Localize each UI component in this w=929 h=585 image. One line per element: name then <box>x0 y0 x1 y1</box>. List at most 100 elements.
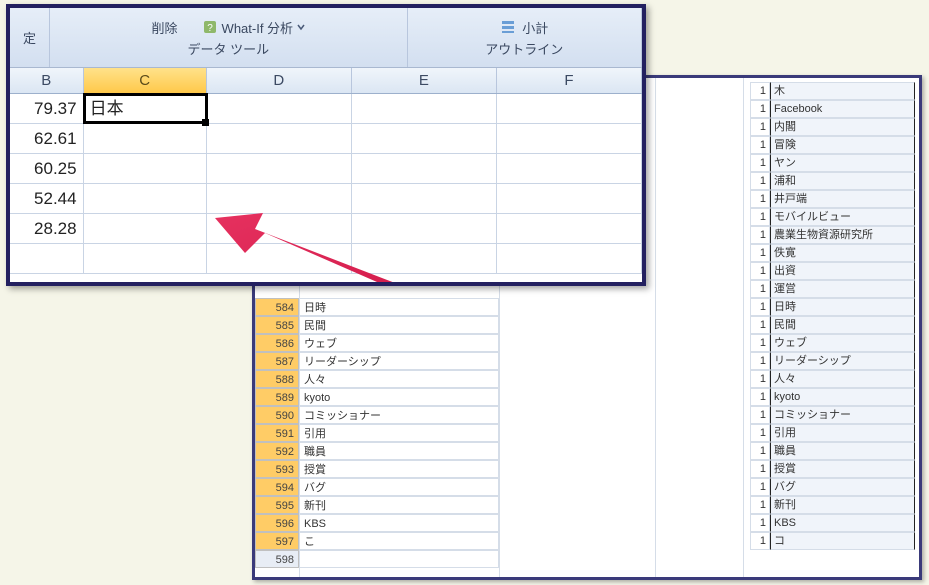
right-word-cell[interactable]: 内閣 <box>770 118 915 136</box>
right-word-cell[interactable]: リーダーシップ <box>770 352 915 370</box>
word-cell[interactable]: コミッショナー <box>299 406 499 424</box>
fill-handle[interactable] <box>202 119 209 126</box>
right-word-cell[interactable]: コ <box>770 532 915 550</box>
col-header-c[interactable]: C <box>84 68 207 93</box>
row-number[interactable]: 584 <box>255 298 299 316</box>
right-word-cell[interactable]: 日時 <box>770 298 915 316</box>
right-word-cell[interactable]: Facebook <box>770 100 915 118</box>
count-cell[interactable]: 1 <box>750 190 770 208</box>
right-word-cell[interactable]: 職員 <box>770 442 915 460</box>
row-number[interactable]: 593 <box>255 460 299 478</box>
right-word-cell[interactable]: KBS <box>770 514 915 532</box>
word-cell[interactable]: 民間 <box>299 316 499 334</box>
row-number[interactable]: 592 <box>255 442 299 460</box>
cell[interactable] <box>352 214 497 243</box>
row-number[interactable]: 590 <box>255 406 299 424</box>
count-cell[interactable]: 1 <box>750 532 770 550</box>
cell[interactable] <box>352 244 497 273</box>
count-cell[interactable]: 1 <box>750 514 770 532</box>
cell[interactable] <box>352 124 497 153</box>
count-cell[interactable]: 1 <box>750 442 770 460</box>
count-cell[interactable]: 1 <box>750 334 770 352</box>
cell[interactable] <box>84 244 207 273</box>
word-cell[interactable]: KBS <box>299 514 499 532</box>
right-word-cell[interactable]: 農業生物資源研究所 <box>770 226 915 244</box>
cell-b[interactable]: 28.28 <box>10 214 84 243</box>
col-header-f[interactable]: F <box>497 68 642 93</box>
cell[interactable] <box>84 154 207 183</box>
row-number[interactable]: 589 <box>255 388 299 406</box>
cell[interactable] <box>497 214 642 243</box>
cell[interactable] <box>497 184 642 213</box>
word-cell[interactable]: 人々 <box>299 370 499 388</box>
count-cell[interactable]: 1 <box>750 226 770 244</box>
word-cell[interactable]: 授賞 <box>299 460 499 478</box>
row-number[interactable]: 595 <box>255 496 299 514</box>
right-word-cell[interactable]: 授賞 <box>770 460 915 478</box>
word-cell[interactable]: 新刊 <box>299 496 499 514</box>
cell[interactable] <box>10 244 84 273</box>
cell-b[interactable]: 60.25 <box>10 154 84 183</box>
delete-button[interactable]: 削除 <box>152 18 178 37</box>
subtotal-button[interactable]: 小計 <box>500 18 548 37</box>
right-word-cell[interactable]: kyoto <box>770 388 915 406</box>
cell[interactable] <box>352 94 497 123</box>
cell[interactable] <box>84 214 207 243</box>
count-cell[interactable]: 1 <box>750 478 770 496</box>
right-word-cell[interactable]: バグ <box>770 478 915 496</box>
count-cell[interactable]: 1 <box>750 424 770 442</box>
count-cell[interactable]: 1 <box>750 352 770 370</box>
word-cell[interactable]: こ <box>299 532 499 550</box>
count-cell[interactable]: 1 <box>750 460 770 478</box>
count-cell[interactable]: 1 <box>750 244 770 262</box>
row-number[interactable]: 594 <box>255 478 299 496</box>
word-cell[interactable]: 引用 <box>299 424 499 442</box>
count-cell[interactable]: 1 <box>750 172 770 190</box>
right-word-cell[interactable]: 引用 <box>770 424 915 442</box>
right-word-cell[interactable]: 佚寛 <box>770 244 915 262</box>
right-word-cell[interactable]: 木 <box>770 82 915 100</box>
cell-c-selected[interactable]: 日本 <box>84 94 207 123</box>
cell-b[interactable]: 62.61 <box>10 124 84 153</box>
right-word-cell[interactable]: ウェブ <box>770 334 915 352</box>
right-word-cell[interactable]: 出資 <box>770 262 915 280</box>
row-number[interactable]: 596 <box>255 514 299 532</box>
count-cell[interactable]: 1 <box>750 154 770 172</box>
right-word-cell[interactable]: 井戸端 <box>770 190 915 208</box>
count-cell[interactable]: 1 <box>750 388 770 406</box>
count-cell[interactable]: 1 <box>750 136 770 154</box>
right-word-cell[interactable]: コミッショナー <box>770 406 915 424</box>
right-word-cell[interactable]: ヤン <box>770 154 915 172</box>
count-cell[interactable]: 1 <box>750 298 770 316</box>
cell[interactable] <box>84 184 207 213</box>
right-word-cell[interactable]: 民間 <box>770 316 915 334</box>
spreadsheet-grid[interactable]: B C D E F 79.37 日本 62.61 60.25 <box>10 68 642 282</box>
cell-b[interactable]: 52.44 <box>10 184 84 213</box>
cell[interactable] <box>207 94 352 123</box>
right-word-cell[interactable]: 人々 <box>770 370 915 388</box>
col-header-d[interactable]: D <box>207 68 352 93</box>
word-cell[interactable]: バグ <box>299 478 499 496</box>
cell[interactable] <box>352 154 497 183</box>
cell[interactable] <box>352 184 497 213</box>
word-cell[interactable]: リーダーシップ <box>299 352 499 370</box>
right-word-cell[interactable]: モバイルビュー <box>770 208 915 226</box>
word-cell[interactable]: 日時 <box>299 298 499 316</box>
col-header-e[interactable]: E <box>352 68 497 93</box>
row-number[interactable]: 591 <box>255 424 299 442</box>
row-number[interactable]: 588 <box>255 370 299 388</box>
count-cell[interactable]: 1 <box>750 100 770 118</box>
count-cell[interactable]: 1 <box>750 118 770 136</box>
cell[interactable] <box>497 124 642 153</box>
cell[interactable] <box>207 244 352 273</box>
cell[interactable] <box>497 244 642 273</box>
whatif-dropdown[interactable]: ? What-If 分析 <box>202 18 306 37</box>
col-header-b[interactable]: B <box>10 68 84 93</box>
cell-b[interactable]: 79.37 <box>10 94 84 123</box>
right-word-cell[interactable]: 浦和 <box>770 172 915 190</box>
row-number[interactable]: 598 <box>255 550 299 568</box>
count-cell[interactable]: 1 <box>750 370 770 388</box>
row-number[interactable]: 597 <box>255 532 299 550</box>
count-cell[interactable]: 1 <box>750 406 770 424</box>
cell[interactable] <box>207 214 352 243</box>
